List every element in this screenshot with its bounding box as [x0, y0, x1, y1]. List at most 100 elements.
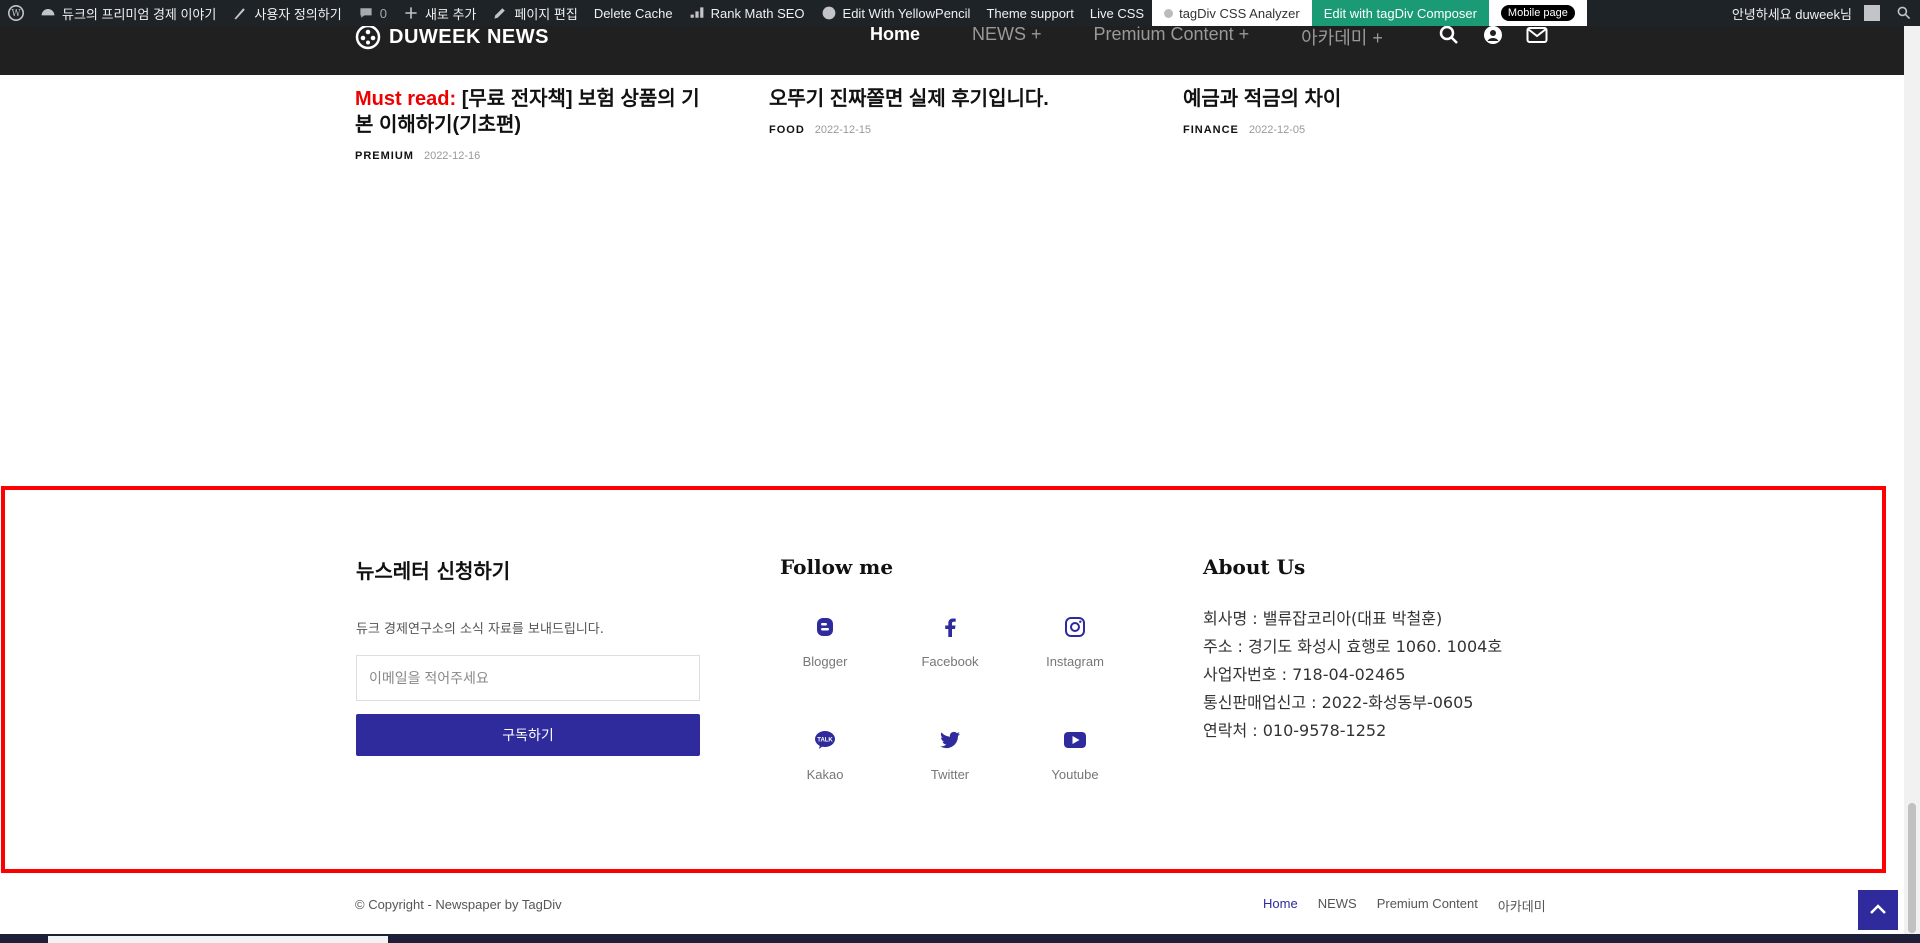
live-css-menu[interactable]: Live CSS [1082, 0, 1152, 26]
header-icons [1438, 24, 1548, 46]
rank-math-label: Rank Math SEO [710, 5, 805, 21]
composer-label: Edit with tagDiv Composer [1323, 5, 1477, 21]
scrollbar-thumb[interactable] [1908, 803, 1916, 933]
mail-icon[interactable] [1526, 24, 1548, 46]
brush-icon [234, 8, 246, 20]
article-category[interactable]: FINANCE [1183, 124, 1239, 136]
comment-icon [360, 8, 372, 18]
email-input[interactable]: 이메일을 적어주세요 [356, 655, 700, 701]
article-category[interactable]: FOOD [769, 124, 805, 136]
footer-nav-premium-content[interactable]: Premium Content [1377, 896, 1478, 915]
article-card[interactable]: Must read: [무료 전자책] 보험 상품의 기본 이해하기(기초편) … [355, 86, 769, 162]
about-heading: About Us [1203, 555, 1306, 579]
comments-menu[interactable]: 0 [350, 0, 395, 26]
social-link-youtube[interactable]: Youtube [1030, 728, 1120, 782]
article-meta: FOOD 2022-12-15 [769, 124, 1183, 136]
footer-nav-academy[interactable]: 아카데미 [1498, 896, 1546, 915]
social-label: Kakao [806, 767, 844, 782]
nav-home[interactable]: Home [870, 24, 920, 50]
instagram-icon [1065, 617, 1085, 637]
email-placeholder: 이메일을 적어주세요 [369, 670, 489, 686]
mobile-page-button[interactable]: Mobile page [1488, 0, 1587, 26]
admin-search-icon[interactable] [1888, 0, 1920, 26]
site-name-menu[interactable]: 듀크의 프리미엄 경제 이야기 [32, 0, 224, 26]
business-number: 사업자번호 : 718-04-02465 [1203, 665, 1406, 684]
company-address: 주소 : 경기도 화성시 효행로 1060. 1004호 [1203, 637, 1503, 656]
delete-cache-menu[interactable]: Delete Cache [586, 0, 681, 26]
article-category[interactable]: PREMIUM [355, 150, 414, 162]
new-label: 새로 추가 [424, 6, 477, 22]
page-scrollbar[interactable] [1904, 0, 1920, 943]
article-title[interactable]: 오뚜기 진짜쫄면 실제 후기입니다. [769, 86, 1129, 112]
footer-nav: Home NEWS Premium Content 아카데미 [1263, 896, 1546, 915]
newsletter-section: 뉴스레터 신청하기 듀크 경제연구소의 소식 자료를 보내드립니다. 이메일을 … [356, 555, 700, 756]
newsletter-description: 듀크 경제연구소의 소식 자료를 보내드립니다. [356, 622, 604, 637]
taskbar-search[interactable] [48, 936, 388, 943]
social-label: Facebook [921, 654, 979, 669]
theme-support-label: Theme support [986, 5, 1074, 21]
social-link-twitter[interactable]: Twitter [905, 728, 995, 782]
composer-button[interactable]: Edit with tagDiv Composer [1311, 0, 1489, 26]
social-link-kakao[interactable]: TALK Kakao [780, 728, 870, 782]
svg-text:TALK: TALK [817, 738, 833, 744]
footer-nav-home[interactable]: Home [1263, 896, 1298, 915]
social-link-instagram[interactable]: Instagram [1030, 615, 1120, 669]
article-meta: PREMIUM 2022-12-16 [355, 150, 769, 162]
nav-news[interactable]: NEWS + [972, 24, 1042, 50]
facebook-icon [945, 618, 956, 637]
twitter-icon [940, 731, 960, 749]
social-link-blogger[interactable]: Blogger [780, 615, 870, 669]
must-read-label: Must read: [355, 88, 457, 110]
theme-support-menu[interactable]: Theme support [978, 0, 1081, 26]
status-dot-icon [1164, 8, 1174, 18]
svg-text:W: W [11, 9, 21, 19]
rank-math-menu[interactable]: Rank Math SEO [681, 0, 813, 26]
customize-label: 사용자 정의하기 [254, 6, 342, 22]
youtube-icon [1064, 732, 1086, 748]
nav-academy[interactable]: 아카데미 + [1301, 24, 1383, 50]
yellow-pencil-menu[interactable]: Edit With YellowPencil [813, 0, 979, 26]
delete-cache-label: Delete Cache [593, 5, 673, 21]
reel-logo-icon [355, 24, 381, 50]
article-date: 2022-12-15 [814, 124, 872, 136]
follow-section: Follow me Blogger Facebook Instagram TAL… [780, 555, 1110, 805]
article-date: 2022-12-16 [423, 150, 481, 162]
css-analyzer-button[interactable]: tagDiv CSS Analyzer [1152, 0, 1312, 26]
article-card[interactable]: 오뚜기 진짜쫄면 실제 후기입니다. FOOD 2022-12-15 [769, 86, 1183, 162]
social-links: Blogger Facebook Instagram TALK Kakao Tw… [780, 615, 1110, 805]
articles-row: Must read: [무료 전자책] 보험 상품의 기본 이해하기(기초편) … [355, 86, 1597, 162]
social-label: Instagram [1046, 654, 1104, 669]
account-menu[interactable]: 안녕하세요 duweek님 [1724, 0, 1888, 26]
blogger-icon [817, 618, 833, 636]
live-css-label: Live CSS [1089, 5, 1145, 21]
subscribe-button[interactable]: 구독하기 [356, 714, 700, 756]
search-icon[interactable] [1438, 24, 1460, 46]
article-meta: FINANCE 2022-12-05 [1183, 124, 1597, 136]
edit-page-menu[interactable]: 페이지 편집 [484, 0, 585, 26]
avatar [1864, 5, 1880, 21]
new-content-menu[interactable]: 새로 추가 [395, 0, 484, 26]
wordpress-logo-icon[interactable]: W [0, 0, 32, 26]
edit-page-label: 페이지 편집 [514, 6, 578, 22]
os-taskbar [0, 934, 1920, 943]
article-card[interactable]: 예금과 적금의 차이 FINANCE 2022-12-05 [1183, 86, 1597, 162]
article-title[interactable]: Must read: [무료 전자책] 보험 상품의 기본 이해하기(기초편) [355, 86, 715, 138]
user-icon[interactable] [1482, 24, 1504, 46]
comments-count: 0 [379, 5, 387, 21]
yellow-pencil-label: Edit With YellowPencil [842, 5, 971, 21]
yellow-pencil-icon [822, 6, 835, 20]
social-link-facebook[interactable]: Facebook [905, 615, 995, 669]
site-logo[interactable]: DUWEEK NEWS [355, 24, 549, 50]
social-label: Blogger [802, 654, 848, 669]
company-name: 회사명 : 밸류잡코리아(대표 박철훈) [1203, 609, 1443, 628]
back-to-top-button[interactable] [1858, 890, 1898, 930]
article-title[interactable]: 예금과 적금의 차이 [1183, 86, 1543, 112]
footer-nav-news[interactable]: NEWS [1318, 896, 1357, 915]
about-section: About Us 회사명 : 밸류잡코리아(대표 박철훈) 주소 : 경기도 화… [1203, 555, 1502, 745]
customize-menu[interactable]: 사용자 정의하기 [224, 0, 349, 26]
pencil-icon [494, 8, 506, 19]
nav-premium-content[interactable]: Premium Content + [1094, 24, 1250, 50]
css-analyzer-label: tagDiv CSS Analyzer [1179, 5, 1300, 21]
mail-order-number: 통신판매업신고 : 2022-화성동부-0605 [1203, 693, 1474, 712]
main-nav: Home NEWS + Premium Content + 아카데미 + [870, 24, 1383, 50]
